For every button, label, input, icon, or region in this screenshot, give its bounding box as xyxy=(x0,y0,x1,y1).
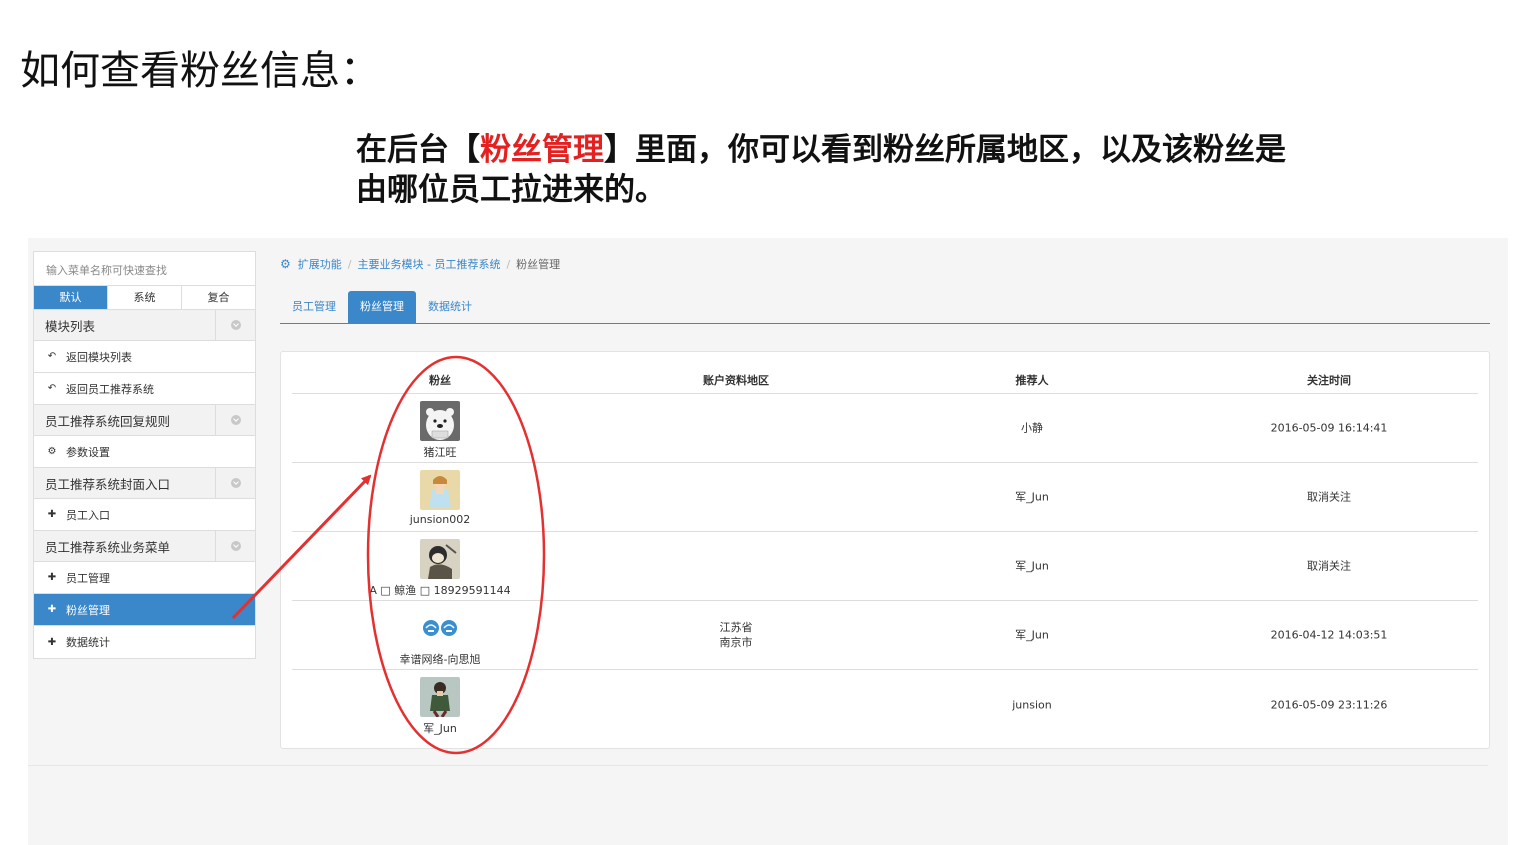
fan-nickname: A □ 鲸渔 □ 18929591144 xyxy=(369,584,511,597)
table-row: 猪江旺 小静 2016-05-09 16:14:41 xyxy=(292,394,1478,463)
menu-tab-system[interactable]: 系统 xyxy=(108,286,182,309)
menu-item-employee-management[interactable]: ✚ 员工管理 xyxy=(34,562,255,594)
menu-item-back-referral-system[interactable]: ↶ 返回员工推荐系统 xyxy=(34,373,255,405)
gears-icon: ⚙ xyxy=(280,257,291,271)
referrer-cell: 军_Jun xyxy=(1015,628,1049,642)
menu-group-cover-entry[interactable]: 员工推荐系统封面入口 xyxy=(34,468,255,499)
tab-statistics[interactable]: 数据统计 xyxy=(416,291,484,323)
slide-description: 在后台【粉丝管理】里面，你可以看到粉丝所属地区，以及该粉丝是由哪位员工拉进来的。 xyxy=(356,130,1296,210)
breadcrumb-link-module[interactable]: 主要业务模块 - 员工推荐系统 xyxy=(357,256,500,272)
follow-time-cell: 取消关注 xyxy=(1307,559,1351,573)
comic-character-avatar xyxy=(420,539,460,579)
menu-group-reply-rules[interactable]: 员工推荐系统回复规则 xyxy=(34,405,255,436)
divider xyxy=(28,765,1488,766)
menu-group-label: 员工推荐系统业务菜单 xyxy=(45,539,171,555)
follow-time-cell: 2016-04-12 14:03:51 xyxy=(1270,628,1388,642)
anime-girl-avatar xyxy=(420,470,460,510)
menu-group-label: 模块列表 xyxy=(45,318,96,334)
column-header-follow-time: 关注时间 xyxy=(1307,374,1351,387)
menu-item-statistics[interactable]: ✚ 数据统计 xyxy=(34,626,255,658)
collapse-toggle-icon[interactable] xyxy=(215,468,255,498)
admin-screenshot: 输入菜单名称可快速查找 默认 系统 复合 模块列表 ↶ 返回模块列表 ↶ 返回员… xyxy=(28,238,1508,845)
menu-group-label: 员工推荐系统封面入口 xyxy=(45,476,171,492)
menu-group-label: 员工推荐系统回复规则 xyxy=(45,413,171,429)
fan-nickname: 猪江旺 xyxy=(423,446,457,459)
follow-time-cell: 取消关注 xyxy=(1307,490,1351,504)
follow-time-cell: 2016-05-09 23:11:26 xyxy=(1270,698,1388,711)
fan-cell: 幸谱网络-向思旭 xyxy=(365,601,515,667)
fan-cell: A □ 鲸渔 □ 18929591144 xyxy=(365,532,515,598)
menu-item-settings[interactable]: ⚙ 参数设置 xyxy=(34,436,255,468)
breadcrumb: ⚙ 扩展功能 / 主要业务模块 - 员工推荐系统 / 粉丝管理 xyxy=(280,256,560,272)
menu-group-module-list[interactable]: 模块列表 xyxy=(34,310,255,341)
table-row: 军_Jun junsion 2016-05-09 23:11:26 xyxy=(292,670,1478,739)
puzzle-icon: ✚ xyxy=(47,509,57,520)
menu-group-business-menu[interactable]: 员工推荐系统业务菜单 xyxy=(34,531,255,562)
sidebar: 输入菜单名称可快速查找 默认 系统 复合 模块列表 ↶ 返回模块列表 ↶ 返回员… xyxy=(33,251,256,659)
slide-title: 如何查看粉丝信息： xyxy=(20,48,380,94)
menu-item-label: 返回员工推荐系统 xyxy=(66,382,154,396)
menu-item-back-module-list[interactable]: ↶ 返回模块列表 xyxy=(34,341,255,373)
column-header-fan: 粉丝 xyxy=(429,374,451,387)
gear-icon: ⚙ xyxy=(47,446,57,457)
fan-nickname: 幸谱网络-向思旭 xyxy=(399,653,481,666)
table-row: junsion002 军_Jun 取消关注 xyxy=(292,463,1478,532)
menu-tabs: 默认 系统 复合 xyxy=(34,286,255,310)
desc-text-before: 在后台【 xyxy=(356,132,480,168)
back-icon: ↶ xyxy=(47,351,57,362)
fan-cell: 猪江旺 xyxy=(365,394,515,460)
breadcrumb-separator: / xyxy=(347,257,352,271)
fan-nickname: 军_Jun xyxy=(423,722,457,735)
desc-highlight: 粉丝管理 xyxy=(480,132,604,168)
menu-item-label: 参数设置 xyxy=(66,445,110,459)
menu-item-label: 返回模块列表 xyxy=(66,350,132,364)
back-icon: ↶ xyxy=(47,383,57,394)
blue-faces-avatar xyxy=(420,608,460,648)
table-row: 幸谱网络-向思旭 江苏省 南京市 军_Jun 2016-04-12 14:03:… xyxy=(292,601,1478,670)
menu-tab-composite[interactable]: 复合 xyxy=(182,286,255,309)
puzzle-icon: ✚ xyxy=(47,604,57,615)
menu-item-label: 粉丝管理 xyxy=(66,603,110,617)
soldier-avatar xyxy=(420,677,460,717)
polar-bear-avatar xyxy=(420,401,460,441)
menu-item-label: 员工管理 xyxy=(66,571,110,585)
column-header-referrer: 推荐人 xyxy=(1015,374,1049,387)
referrer-cell: 小静 xyxy=(1021,421,1043,435)
menu-item-label: 员工入口 xyxy=(66,508,110,522)
breadcrumb-current: 粉丝管理 xyxy=(516,258,561,271)
column-header-region: 账户资料地区 xyxy=(703,374,769,387)
referrer-cell: junsion xyxy=(1012,698,1052,711)
collapse-toggle-icon[interactable] xyxy=(215,531,255,561)
fan-cell: 军_Jun xyxy=(365,670,515,736)
menu-item-fan-management[interactable]: ✚ 粉丝管理 xyxy=(34,594,255,626)
collapse-toggle-icon[interactable] xyxy=(215,405,255,435)
region-cell: 江苏省 南京市 xyxy=(719,621,753,649)
table-row: A □ 鲸渔 □ 18929591144 军_Jun 取消关注 xyxy=(292,532,1478,601)
collapse-toggle-icon[interactable] xyxy=(215,310,255,340)
fan-nickname: junsion002 xyxy=(409,513,471,526)
follow-time-cell: 2016-05-09 16:14:41 xyxy=(1270,421,1388,435)
referrer-cell: 军_Jun xyxy=(1015,490,1049,504)
puzzle-icon: ✚ xyxy=(47,572,57,583)
menu-item-label: 数据统计 xyxy=(66,636,110,649)
puzzle-icon: ✚ xyxy=(47,636,57,648)
fan-cell: junsion002 xyxy=(365,463,515,526)
menu-search-input[interactable]: 输入菜单名称可快速查找 xyxy=(34,252,255,286)
menu-item-employee-entry[interactable]: ✚ 员工入口 xyxy=(34,499,255,531)
breadcrumb-separator: / xyxy=(506,257,511,271)
table-header: 粉丝 账户资料地区 推荐人 关注时间 xyxy=(292,368,1478,394)
content-tabs: 员工管理 粉丝管理 数据统计 xyxy=(280,291,1490,324)
breadcrumb-link-extensions[interactable]: 扩展功能 xyxy=(298,256,342,272)
fan-table-panel: 粉丝 账户资料地区 推荐人 关注时间 猪江旺 小静 2016-05-09 16:… xyxy=(280,351,1490,749)
tab-fan-management[interactable]: 粉丝管理 xyxy=(348,291,416,323)
referrer-cell: 军_Jun xyxy=(1015,559,1049,573)
menu-tab-default[interactable]: 默认 xyxy=(34,286,108,309)
tab-employee-management[interactable]: 员工管理 xyxy=(280,291,348,323)
